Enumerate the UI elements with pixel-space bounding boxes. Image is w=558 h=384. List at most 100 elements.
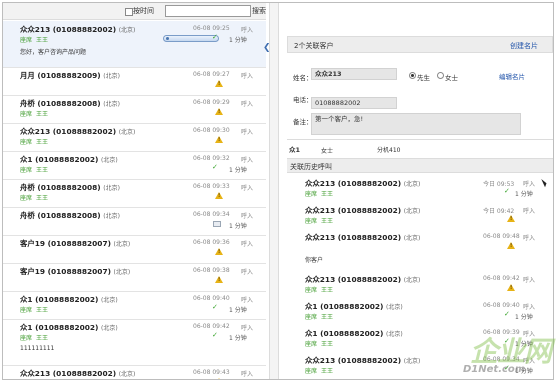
caller-label: 众1 (01088882002)	[20, 323, 99, 332]
check-icon: ✓	[212, 331, 218, 339]
call-list-item[interactable]: 众1 (01088882002) (北京) 06-08 09:32 呼入 座席 王王 ✓ 1…	[3, 151, 266, 180]
call-list-item[interactable]: 舟桥 (01088882008) (北京) 06-08 09:29 呼入 座席 王王	[3, 95, 266, 124]
caller-label: 舟桥 (01088882008)	[20, 183, 101, 192]
caller-name: 众1 (01088882002) (北京)	[20, 154, 118, 165]
call-list-item[interactable]: 舟桥 (01088882008) (北京) 06-08 09:34 呼入 1 分钟	[3, 207, 266, 236]
caller-location: (北京)	[103, 213, 120, 220]
history-item[interactable]: 众众213 (01088882002) (北京) 今日 09:42 呼入 座席 王王	[287, 202, 553, 229]
call-list-item[interactable]: 客户19 (01088882007) (北京) 06-08 09:38 呼入	[3, 263, 266, 292]
call-list-item[interactable]: 众1 (01088882002) (北京) 06-08 09:42 呼入 座席 王王 ✓ 1…	[3, 319, 266, 366]
call-time: 06-08 09:38	[193, 267, 230, 274]
agent-role: 座席	[305, 368, 318, 375]
create-card-link[interactable]: 创建名片	[510, 41, 538, 51]
agent-tag: 座席 王王	[305, 216, 333, 225]
caller-label: 众1 (01088882002)	[305, 329, 384, 338]
note-field[interactable]: 第一个客户，急!	[311, 113, 521, 135]
call-duration: 1 分钟	[229, 167, 247, 174]
agent-name: 王王	[36, 111, 49, 118]
call-note: 您好，客户咨询产品问题	[20, 49, 87, 56]
gender-male-radio[interactable]	[409, 72, 416, 79]
call-list-item[interactable]: 众众213 (01088882002) (北京) 06-08 09:30 呼入 座席王…	[3, 123, 266, 152]
filter-toolbar: 按时间 搜索	[3, 3, 266, 20]
caller-name: 众众213 (01088882002) (北京)	[20, 24, 135, 35]
contact-name: 众1	[289, 146, 301, 154]
agent-role: 座席	[20, 111, 33, 118]
gender-female-radio[interactable]	[437, 72, 444, 79]
agent-tag: 座席 王王	[305, 312, 333, 321]
call-list-item[interactable]: 客户19 (01088882007) (北京) 06-08 09:36 呼入	[3, 235, 266, 264]
history-item[interactable]: 众1 (01088882002) (北京) 06-08 09:40 呼入 座席 王王 ✓ 1…	[287, 298, 553, 325]
caller-location: (北京)	[113, 269, 131, 276]
caller-label: 众众213 (01088882002)	[305, 233, 402, 242]
related-customers-header: 2个关联客户 创建名片	[287, 36, 553, 53]
phone-field[interactable]: 01088882002	[311, 97, 397, 109]
caller-label: 众众213 (01088882002)	[20, 127, 117, 136]
edit-card-link[interactable]: 编辑名片	[499, 71, 525, 81]
history-item[interactable]: 众众213 (01088882002) (北京) 06-08 09:48呼入你客户	[287, 229, 553, 271]
caller-label: 众众213 (01088882002)	[305, 356, 402, 365]
call-note: 你客户	[305, 257, 324, 264]
app-window: 按时间 搜索 众众213 (01088882002) (北京) 06-08 09:…	[2, 2, 554, 380]
warning-icon	[215, 276, 223, 283]
agent-tag: 座席 王王	[20, 137, 48, 146]
call-list-item[interactable]: 舟桥 (01088882008) (北京) 06-08 09:33 呼入 座席 王王	[3, 179, 266, 208]
agent-tag: 座席 王王	[20, 165, 48, 174]
agent-tag: 座席 王王	[305, 285, 333, 294]
caller-location: (北京)	[101, 325, 118, 332]
agent-name: 王王	[321, 341, 334, 348]
call-list-item[interactable]: 众众213 (01088882002) (北京) 06-08 09:25 呼入 座席王…	[3, 21, 266, 68]
agent-name: 王王	[36, 167, 49, 174]
gender-female-label: 女士	[445, 74, 458, 82]
history-item[interactable]: 众众213 (01088882002) (北京) 06-08 09:42 呼入 座席王…	[287, 271, 553, 298]
audio-player[interactable]	[163, 35, 219, 42]
caller-label: 众众213 (01088882002)	[305, 206, 402, 215]
call-duration: 1 分钟	[515, 191, 533, 198]
check-icon: ✓	[212, 33, 218, 41]
caller-label: 众1 (01088882002)	[20, 295, 99, 304]
call-list-item[interactable]: 众众213 (01088882002) (北京) 06-08 09:43 呼入	[3, 365, 266, 379]
call-list-item[interactable]: 月月 (01088882009) (北京) 06-08 09:27 呼入	[3, 67, 266, 96]
call-list-pane: 按时间 搜索 众众213 (01088882002) (北京) 06-08 09:…	[3, 3, 266, 379]
call-time: 06-08 09:43	[193, 369, 230, 376]
warning-icon	[215, 378, 223, 379]
agent-name: 王王	[36, 139, 49, 146]
caller-name: 众众213 (01088882002) (北京)	[305, 232, 420, 243]
check-icon: ✓	[212, 163, 218, 171]
call-direction: 呼入	[241, 27, 254, 34]
history-item[interactable]: 众众213 (01088882002) (北京) 今日 09:53 呼入 座席 王王 ✓ 1…	[287, 175, 553, 202]
warning-icon	[215, 248, 223, 255]
caller-location: (北京)	[386, 331, 403, 338]
caller-name: 众众213 (01088882002) (北京)	[305, 178, 420, 189]
call-history-title: 关联历史呼叫	[290, 163, 332, 171]
voicemail-icon[interactable]	[213, 221, 221, 227]
caller-name: 舟桥 (01088882008) (北京)	[20, 182, 120, 193]
agent-name: 王王	[321, 191, 334, 198]
divider	[287, 139, 553, 140]
agent-name: 王王	[36, 335, 49, 342]
call-time: 06-08 09:30	[193, 127, 230, 134]
check-icon: ✓	[504, 187, 510, 195]
agent-name: 王王	[321, 314, 334, 321]
call-list-item[interactable]: 众1 (01088882002) (北京) 06-08 09:40 呼入 座席 王王 ✓ 1…	[3, 291, 266, 320]
caller-location: (北京)	[118, 129, 136, 136]
call-duration: 1 分钟	[229, 307, 247, 314]
search-button[interactable]: 搜索	[252, 6, 266, 16]
check-icon: ✓	[212, 303, 218, 311]
agent-tag: 座席 王王	[20, 109, 48, 118]
call-duration: 1 分钟	[515, 314, 533, 321]
caller-name: 众众213 (01088882002) (北京)	[305, 205, 420, 216]
name-field[interactable]: 众众213	[311, 68, 397, 80]
call-direction: 呼入	[241, 241, 254, 248]
agent-tag: 座席 王王	[305, 366, 333, 375]
call-direction: 呼入	[523, 304, 536, 311]
sort-by-time-checkbox[interactable]	[125, 8, 133, 16]
name-label: 姓名：	[293, 74, 313, 82]
warning-icon	[507, 242, 515, 249]
pane-splitter[interactable]	[269, 3, 279, 379]
note-label: 备注：	[293, 118, 313, 126]
agent-tag: 座席 王王	[305, 339, 333, 348]
customer-detail-pane: 2个关联客户 创建名片 姓名： 众众213 先生 女士 编辑名片 电话： 010…	[281, 3, 553, 379]
agent-name: 王王	[36, 307, 49, 314]
search-input[interactable]	[165, 5, 251, 17]
check-icon: ✓	[504, 310, 510, 318]
